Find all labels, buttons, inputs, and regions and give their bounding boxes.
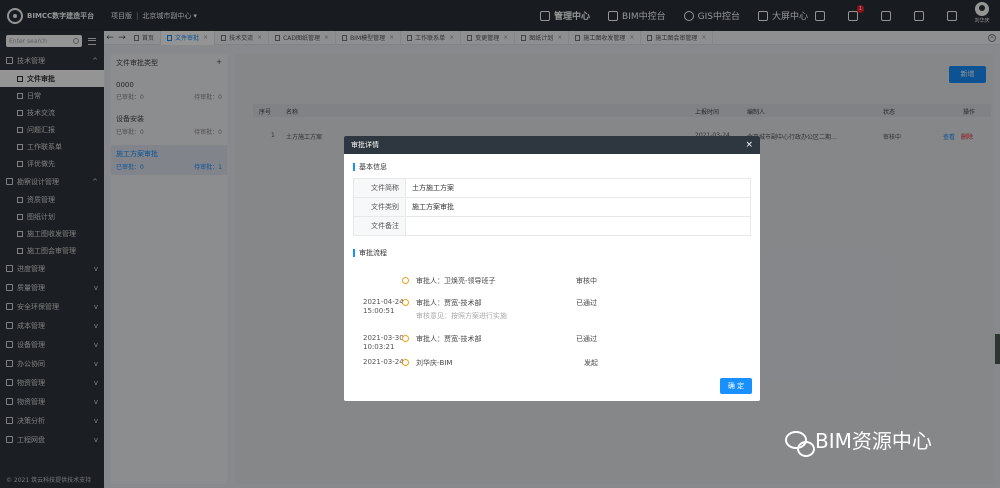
field-value [405, 216, 751, 236]
wechat-icon [785, 430, 815, 457]
ok-button[interactable]: 确 定 [720, 378, 752, 394]
flow-approver: 审批人：贾宽-技术部 [416, 299, 482, 307]
flow-dot-icon [402, 277, 409, 284]
approval-detail-modal: 审批详情 × 基本信息 文件简称 土方施工方案 文件类别 施工方案审批 文件备注 审… [344, 136, 760, 401]
close-icon[interactable]: × [745, 140, 753, 150]
watermark-text: BIM资源中心 [815, 429, 932, 453]
flow-approver: 审批人：贾宽-技术部 [416, 335, 482, 343]
flow-date-day: 2021-03-30 [363, 334, 404, 342]
flow-approver: 审批人：卫焕亮-领导班子 [416, 277, 496, 285]
flow-dot-icon [402, 335, 409, 342]
watermark: BIM资源中心 [785, 425, 932, 457]
section-label: 基本信息 [359, 163, 387, 171]
field-value: 土方施工方案 [405, 178, 751, 198]
modal-title: 审批详情 [351, 141, 379, 149]
flow-date-time: 10:03:21 [363, 343, 395, 351]
flow-date-day: 2021-03-24 [363, 358, 404, 366]
flow-status: 已通过 [576, 335, 597, 343]
flow-date-day: 2021-04-24 [363, 298, 404, 306]
basic-info-title: 基本信息 [353, 162, 760, 172]
flow-dot-icon [402, 359, 409, 366]
field-key: 文件简称 [353, 178, 406, 198]
section-marker [353, 163, 355, 171]
flow-status: 审核中 [576, 277, 597, 285]
field-value: 施工方案审批 [405, 197, 751, 217]
field-key: 文件类别 [353, 197, 406, 217]
flow-opinion: 审核意见：按照方案进行实施 [416, 312, 507, 320]
flow-status: 已通过 [576, 299, 597, 307]
flow-approver: 刘华庆-BIM [416, 359, 453, 367]
field-key: 文件备注 [353, 216, 406, 236]
flow-title: 审批流程 [353, 248, 760, 258]
flow-date-time: 15:00:51 [363, 307, 395, 315]
modal-header: 审批详情 × [344, 136, 760, 154]
section-label: 审批流程 [359, 249, 387, 257]
flow-status: 发起 [584, 359, 598, 367]
flow-dot-icon [402, 299, 409, 306]
basic-info-table: 文件简称 土方施工方案 文件类别 施工方案审批 文件备注 [353, 178, 751, 236]
section-marker [353, 249, 355, 257]
approval-flow-list: 审批人：卫焕亮-领导班子 审核中 2021-04-24 15:00:51 审批人：… [344, 272, 760, 368]
